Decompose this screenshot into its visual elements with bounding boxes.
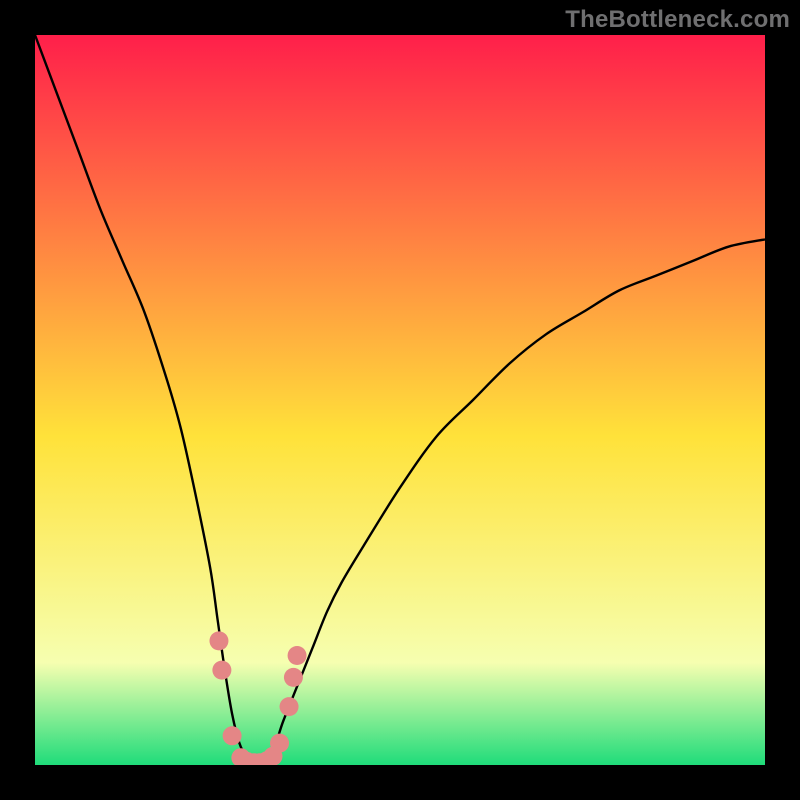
bottleneck-curve [35,35,765,765]
plot-area [35,35,765,765]
marker-dot [280,697,299,716]
marker-dot [209,631,228,650]
gradient-background [35,35,765,765]
marker-dot [284,668,303,687]
marker-dot [212,661,231,680]
watermark-text: TheBottleneck.com [565,6,790,34]
marker-dot [223,726,242,745]
marker-dot [270,734,289,753]
chart-frame: TheBottleneck.com [0,0,800,800]
marker-dot [288,646,307,665]
